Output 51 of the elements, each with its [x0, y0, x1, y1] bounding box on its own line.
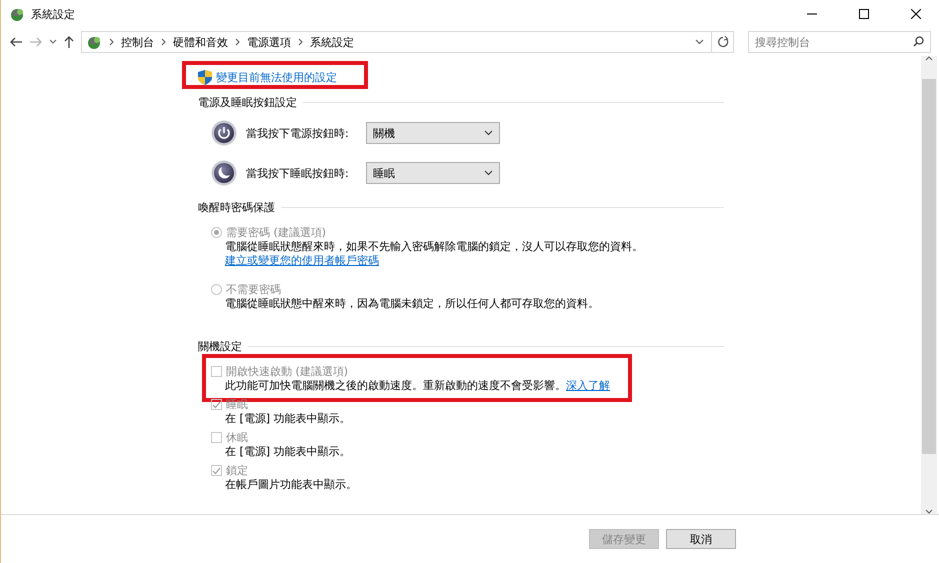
back-icon[interactable] [9, 36, 23, 48]
chevron-icon [298, 38, 303, 46]
breadcrumb[interactable]: 控制台 [121, 34, 154, 50]
option-description: 電腦從睡眠狀態醒來時，如果不先輸入密碼解除電腦的鎖定，沒人可以存取您的資料。 [225, 240, 643, 253]
chevron-icon [161, 38, 166, 46]
scroll-down-icon[interactable] [925, 509, 933, 514]
chevron-down-icon [484, 170, 493, 176]
scrollbar-thumb[interactable] [922, 79, 936, 454]
dropdown[interactable]: 關機 [366, 122, 500, 144]
address-bar[interactable]: 控制台 硬體和音效 電源選項 系統設定 [81, 31, 734, 53]
option-description: 電腦從睡眠狀態中醒來時，因為電腦未鎖定，所以任何人都可存取您的資料。 [225, 297, 599, 310]
shield-icon [198, 70, 212, 85]
breadcrumb[interactable]: 系統設定 [310, 34, 354, 50]
power-icon [211, 120, 237, 146]
section-heading: 關機設定 [198, 339, 242, 354]
moon-icon [211, 160, 237, 186]
option-description: 在 [電源] 功能表中顯示。 [225, 412, 351, 425]
recent-pages-icon[interactable] [49, 39, 57, 45]
window-title: 系統設定 [31, 6, 76, 22]
admin-settings-link[interactable]: 變更目前無法使用的設定 [216, 70, 337, 85]
breadcrumb[interactable]: 硬體和音效 [173, 34, 228, 50]
dropdown[interactable]: 睡眠 [366, 162, 500, 184]
footer-button[interactable]: 取消 [666, 529, 736, 549]
up-icon[interactable] [63, 35, 75, 49]
option-description: 此功能可加快電腦關機之後的啟動速度。重新啟動的速度不會受影響。 [225, 379, 566, 392]
chevron-down-icon [484, 130, 493, 136]
breadcrumb[interactable]: 電源選項 [247, 34, 291, 50]
field-label: 當我按下電源按鈕時: [246, 126, 350, 140]
section-heading: 喚醒時密碼保護 [198, 200, 275, 215]
refresh-icon[interactable] [717, 36, 729, 48]
option-label: 需要密碼 (建議選項) [226, 225, 326, 240]
chevron-icon [109, 38, 114, 46]
option-label: 不需要密碼 [226, 282, 281, 297]
field-label: 當我按下睡眠按鈕時: [246, 166, 350, 180]
maximize-icon [859, 9, 869, 19]
scroll-up-icon[interactable] [925, 56, 933, 61]
section-heading: 電源及睡眠按鈕設定 [198, 95, 297, 110]
search-icon [913, 36, 924, 47]
search-field[interactable]: 搜尋控制台 [748, 31, 931, 53]
control-panel-icon [86, 34, 102, 50]
control-panel-icon [9, 6, 25, 22]
scrollbar[interactable] [921, 56, 937, 514]
option-description: 在 [電源] 功能表中顯示。 [225, 445, 351, 458]
option-label: 睡眠 [226, 397, 248, 412]
option-label: 休眠 [226, 430, 248, 445]
chevron-icon [235, 38, 240, 46]
dropdown-icon[interactable] [695, 39, 704, 45]
option-description: 在帳戶圖片功能表中顯示。 [225, 478, 357, 491]
option-label: 開啟快速啟動 (建議選項) [226, 364, 348, 379]
close-icon [911, 9, 921, 19]
option-label: 鎖定 [226, 463, 248, 478]
